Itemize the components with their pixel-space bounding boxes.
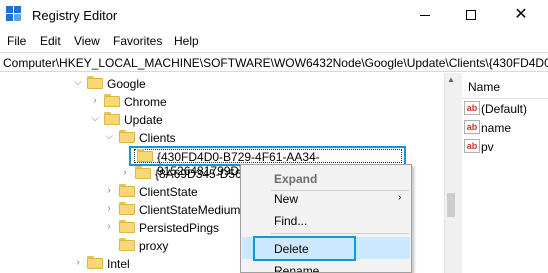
address-path: Computer\HKEY_LOCAL_MACHINE\SOFTWARE\WOW… [3, 56, 548, 70]
tree-label: Clients [139, 131, 176, 145]
tree-label: Google [107, 77, 146, 91]
menu-item-label: Expand [274, 172, 318, 186]
chevron-right-icon[interactable]: › [90, 95, 100, 107]
scroll-up-icon[interactable]: ▲ [447, 75, 455, 84]
string-value-icon: ab [464, 139, 480, 153]
menu-item-expand[interactable]: Expand [241, 167, 411, 189]
folder-icon [87, 256, 103, 270]
tree-label: PersistedPings [139, 221, 220, 235]
chevron-right-icon[interactable]: › [104, 221, 114, 233]
chevron-down-icon[interactable]: ⌵ [73, 77, 83, 89]
menu-file[interactable]: File [7, 34, 26, 48]
folder-icon [135, 166, 151, 180]
tree-label: Chrome [124, 95, 167, 109]
folder-icon [119, 238, 135, 252]
chevron-down-icon[interactable]: ⌵ [90, 113, 100, 125]
close-button[interactable]: ✕ [494, 2, 548, 28]
tree-label: ClientStateMedium [139, 203, 241, 217]
value-name: (Default) [481, 102, 528, 116]
column-header-label: Name [468, 80, 501, 94]
column-header-name[interactable]: Name [462, 73, 548, 99]
tree-label: Update [124, 113, 163, 127]
tree-node-selected-key[interactable]: {430FD4D0-B729-4F61-AA34-91526481799D} [129, 146, 406, 178]
tree-label: proxy [139, 239, 169, 253]
folder-icon [87, 76, 103, 90]
tree-node-google[interactable]: ⌵ Google [0, 75, 440, 93]
menu-item-find[interactable]: Find... [241, 209, 411, 231]
values-pane[interactable]: Name ab (Default) ab name ab pv [462, 73, 548, 273]
folder-icon [119, 184, 135, 198]
chevron-down-icon[interactable]: ⌵ [104, 131, 114, 143]
value-name: pv [481, 140, 494, 154]
value-row[interactable]: ab pv [462, 138, 548, 156]
folder-icon [104, 112, 120, 126]
string-value-icon: ab [464, 120, 480, 134]
menu-item-label: New [274, 192, 299, 206]
maximize-icon [466, 10, 476, 20]
title-bar: Registry Editor ✕ [0, 0, 548, 30]
menu-separator [271, 233, 409, 234]
tree-scrollbar[interactable]: ▲ [444, 73, 457, 273]
registry-icon [6, 6, 22, 22]
tree-label: ClientState [139, 185, 198, 199]
menu-item-label: Rename [274, 264, 320, 273]
tree-node-chrome[interactable]: › Chrome [0, 93, 440, 111]
window-title: Registry Editor [32, 8, 118, 23]
chevron-right-icon[interactable]: › [120, 167, 130, 179]
folder-icon [119, 202, 135, 216]
tree-node-update[interactable]: ⌵ Update [0, 111, 440, 129]
maximize-button[interactable] [448, 2, 494, 28]
folder-icon [137, 149, 153, 163]
minimize-icon [420, 14, 430, 16]
menu-edit[interactable]: Edit [40, 34, 61, 48]
chevron-right-icon[interactable]: › [104, 203, 114, 215]
minimize-button[interactable] [402, 2, 448, 28]
close-icon: ✕ [514, 6, 528, 23]
scroll-thumb[interactable] [447, 193, 455, 217]
chevron-right-icon[interactable]: › [73, 257, 83, 269]
tree-label: Intel [107, 257, 130, 271]
folder-icon [119, 220, 135, 234]
menu-item-label: Find... [274, 214, 308, 228]
menu-help[interactable]: Help [174, 34, 199, 48]
string-value-icon: ab [464, 101, 480, 115]
menu-favorites[interactable]: Favorites [113, 34, 162, 48]
menu-item-rename[interactable]: Rename [241, 259, 411, 273]
menu-view[interactable]: View [74, 34, 100, 48]
menu-bar: File Edit View Favorites Help [0, 30, 548, 52]
chevron-right-icon[interactable]: › [104, 185, 114, 197]
value-row[interactable]: ab name [462, 119, 548, 137]
value-name: name [481, 121, 512, 135]
address-bar[interactable]: Computer\HKEY_LOCAL_MACHINE\SOFTWARE\WOW… [0, 52, 548, 72]
submenu-arrow-icon: › [398, 192, 402, 203]
folder-icon [104, 94, 120, 108]
folder-icon [119, 130, 135, 144]
menu-item-new[interactable]: New › [241, 187, 411, 209]
value-row[interactable]: ab (Default) [462, 100, 548, 118]
tree-node-clients[interactable]: ⌵ Clients [0, 129, 440, 147]
delete-callout-box [253, 236, 356, 261]
